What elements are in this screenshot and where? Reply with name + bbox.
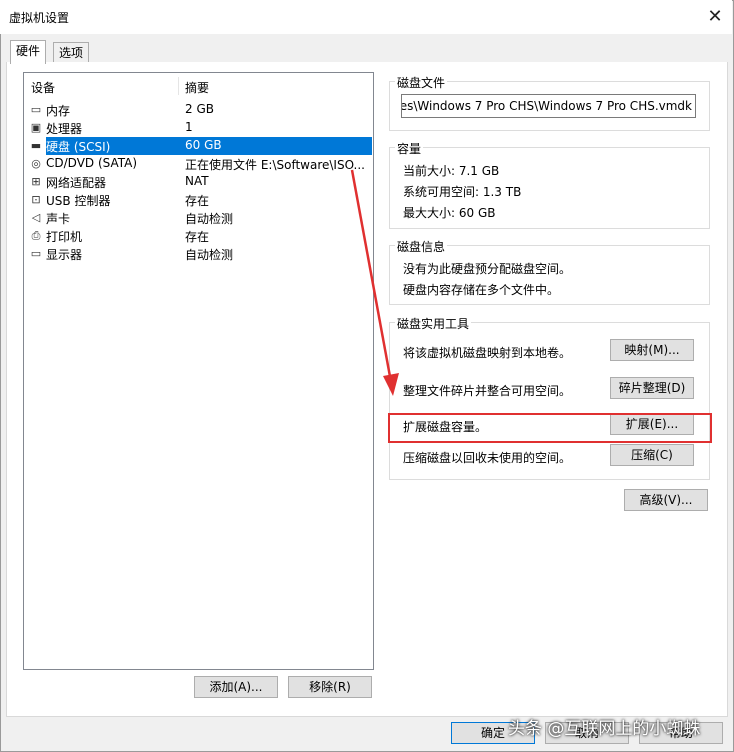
max-size-text: 最大大小: 60 GB	[403, 206, 496, 220]
disk-info-line1: 没有为此硬盘预分配磁盘空间。	[403, 262, 572, 276]
device-name: 硬盘 (SCSI)	[46, 140, 111, 154]
device-row-memory[interactable]: ▭ 内存 2 GB	[28, 101, 372, 119]
memory-icon: ▭	[30, 103, 42, 116]
device-name: 显示器	[46, 248, 83, 262]
column-separator	[178, 77, 179, 95]
cpu-icon: ▣	[30, 121, 42, 134]
column-header-summary[interactable]: 摘要	[185, 79, 209, 96]
device-name: USB 控制器	[46, 194, 111, 208]
device-summary: 正在使用文件 E:\Software\ISO...	[185, 158, 365, 172]
close-icon[interactable]: ✕	[704, 6, 726, 28]
device-summary: 存在	[185, 194, 210, 208]
add-device-button[interactable]: 添加(A)...	[194, 676, 278, 698]
device-summary: 60 GB	[185, 138, 222, 152]
advanced-button[interactable]: 高级(V)...	[624, 489, 708, 511]
tab-hardware[interactable]: 硬件	[10, 40, 47, 64]
display-icon: ▭	[30, 247, 42, 260]
device-name: 处理器	[46, 122, 83, 136]
device-name: 打印机	[46, 230, 83, 244]
map-button[interactable]: 映射(M)...	[610, 339, 694, 361]
device-name: CD/DVD (SATA)	[46, 156, 138, 170]
compact-description: 压缩磁盘以回收未使用的空间。	[403, 451, 572, 465]
device-row-cd-dvd[interactable]: ◎ CD/DVD (SATA) 正在使用文件 E:\Software\ISO..…	[28, 155, 372, 173]
hard-disk-icon: ▬	[30, 139, 42, 152]
tab-options[interactable]: 选项	[53, 42, 90, 63]
device-name: 内存	[46, 104, 71, 118]
usb-icon: ⊡	[31, 193, 41, 206]
device-row-display[interactable]: ▭ 显示器 自动检测	[28, 245, 372, 263]
disk-file-path: ines\Windows 7 Pro CHS\Windows 7 Pro CHS…	[401, 99, 692, 113]
current-size-text: 当前大小: 7.1 GB	[403, 164, 500, 178]
defrag-description: 整理文件碎片并整合可用空间。	[403, 384, 572, 398]
disk-file-path-field[interactable]: ines\Windows 7 Pro CHS\Windows 7 Pro CHS…	[401, 94, 696, 118]
defragment-button[interactable]: 碎片整理(D)	[610, 377, 694, 399]
available-space-text: 系统可用空间: 1.3 TB	[403, 185, 522, 199]
device-name: 声卡	[46, 212, 71, 226]
expand-highlight-box	[388, 413, 712, 443]
device-row-printer[interactable]: ⎙ 打印机 存在	[28, 227, 372, 245]
device-row-processor[interactable]: ▣ 处理器 1	[28, 119, 372, 137]
device-summary: 2 GB	[185, 102, 214, 116]
compact-button[interactable]: 压缩(C)	[610, 444, 694, 466]
disk-utilities-label: 磁盘实用工具	[395, 315, 472, 332]
sound-icon: ◁	[31, 211, 41, 224]
title-bar: 虚拟机设置 ✕	[0, 0, 732, 34]
disk-file-label: 磁盘文件	[395, 74, 448, 91]
printer-icon: ⎙	[31, 229, 41, 242]
remove-device-button[interactable]: 移除(R)	[288, 676, 372, 698]
device-name: 网络适配器	[46, 176, 107, 190]
device-row-sound[interactable]: ◁ 声卡 自动检测	[28, 209, 372, 227]
device-summary: 自动检测	[185, 248, 234, 262]
device-row-usb[interactable]: ⊡ USB 控制器 存在	[28, 191, 372, 209]
watermark-text: 头条 @互联网上的小蜘蛛	[508, 719, 701, 739]
device-summary: 1	[185, 120, 193, 134]
network-icon: ⊞	[31, 175, 41, 188]
column-header-device[interactable]: 设备	[31, 79, 55, 96]
window-title: 虚拟机设置	[9, 11, 70, 25]
device-row-network[interactable]: ⊞ 网络适配器 NAT	[28, 173, 372, 191]
cd-dvd-icon: ◎	[31, 157, 41, 170]
device-row-hard-disk[interactable]: ▬ 硬盘 (SCSI) 60 GB	[28, 137, 372, 155]
disk-info-line2: 硬盘内容存储在多个文件中。	[403, 283, 560, 297]
capacity-label: 容量	[395, 140, 424, 157]
device-list[interactable]: 设备 摘要 ▭ 内存 2 GB ▣ 处理器 1 ▬ 硬盘 (SCSI) 60 G…	[23, 72, 374, 670]
device-summary: 存在	[185, 230, 210, 244]
disk-info-label: 磁盘信息	[395, 238, 448, 255]
device-summary: 自动检测	[185, 212, 234, 226]
map-description: 将该虚拟机磁盘映射到本地卷。	[403, 346, 572, 360]
device-summary: NAT	[185, 174, 209, 188]
